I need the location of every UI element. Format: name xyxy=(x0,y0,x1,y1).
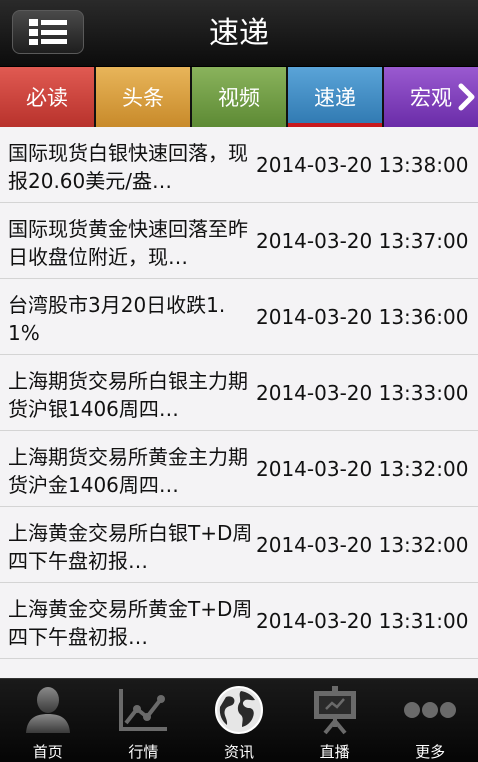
category-tabs: 必读 头条 视频 速递 宏观 xyxy=(0,67,478,127)
line-chart-icon xyxy=(119,689,168,731)
news-time: 2014-03-20 13:33:00 xyxy=(256,381,469,405)
list-item[interactable]: 台湾股市3月20日收跌1.1% 2014-03-20 13:36:00 xyxy=(0,279,478,355)
tab-bidu[interactable]: 必读 xyxy=(0,67,94,127)
nav-label: 更多 xyxy=(415,743,446,761)
list-item[interactable]: 国际现货黄金快速回落至昨日收盘位附近，现… 2014-03-20 13:37:0… xyxy=(0,203,478,279)
tab-label: 视频 xyxy=(218,86,260,110)
nav-label: 行情 xyxy=(128,743,159,761)
tab-label: 速递 xyxy=(314,86,356,110)
more-dots-icon xyxy=(404,702,457,718)
app-header: 速递 xyxy=(0,0,478,67)
news-title: 上海期货交易所白银主力期货沪银1406周四… xyxy=(8,369,248,421)
chevron-right-icon[interactable] xyxy=(456,83,478,111)
list-item[interactable]: 上海黄金交易所白银T+D周四下午盘初报… 2014-03-20 13:32:00 xyxy=(0,507,478,583)
page-title: 速递 xyxy=(209,16,269,51)
news-title: 上海黄金交易所白银T+D周四下午盘初报… xyxy=(8,521,253,573)
nav-quotes[interactable]: 行情 xyxy=(96,679,192,762)
news-title: 台湾股市3月20日收跌1.1% xyxy=(8,293,226,345)
news-time: 2014-03-20 13:36:00 xyxy=(256,305,469,329)
news-time: 2014-03-20 13:31:00 xyxy=(256,609,469,633)
tab-shipin[interactable]: 视频 xyxy=(192,67,286,127)
nav-label: 首页 xyxy=(32,743,63,761)
news-title: 国际现货白银快速回落，现报20.60美元/盎… xyxy=(8,141,248,193)
tab-label: 头条 xyxy=(122,86,164,110)
tab-sudi[interactable]: 速递 xyxy=(288,67,382,127)
bottom-nav: 首页 行情 资讯 直播 更多 xyxy=(0,678,478,762)
news-time: 2014-03-20 13:32:00 xyxy=(256,533,469,557)
person-icon xyxy=(25,687,70,733)
tab-hongguan[interactable]: 宏观 xyxy=(384,67,478,127)
news-time: 2014-03-20 13:38:00 xyxy=(256,153,469,177)
nav-live[interactable]: 直播 xyxy=(287,679,383,762)
news-title: 国际现货黄金快速回落至昨日收盘位附近，现… xyxy=(8,217,248,269)
news-list[interactable]: 国际现货白银快速回落，现报20.60美元/盎… 2014-03-20 13:38… xyxy=(0,127,478,678)
nav-news[interactable]: 资讯 xyxy=(191,679,287,762)
list-item[interactable]: 上海黄金交易所黄金T+D周四下午盘初报… 2014-03-20 13:31:00 xyxy=(0,583,478,659)
list-item[interactable] xyxy=(0,659,478,678)
tab-label: 宏观 xyxy=(410,86,452,110)
list-item[interactable]: 国际现货白银快速回落，现报20.60美元/盎… 2014-03-20 13:38… xyxy=(0,127,478,203)
news-title: 上海黄金交易所黄金T+D周四下午盘初报… xyxy=(8,597,253,649)
list-item[interactable]: 上海期货交易所黄金主力期货沪金1406周四… 2014-03-20 13:32:… xyxy=(0,431,478,507)
tab-toutiao[interactable]: 头条 xyxy=(96,67,190,127)
tab-label: 必读 xyxy=(26,86,68,110)
news-time: 2014-03-20 13:32:00 xyxy=(256,457,469,481)
nav-label: 直播 xyxy=(319,743,350,761)
globe-icon xyxy=(214,686,263,734)
news-time: 2014-03-20 13:37:00 xyxy=(256,229,469,253)
presentation-icon xyxy=(313,686,356,735)
nav-more[interactable]: 更多 xyxy=(382,679,478,762)
nav-home[interactable]: 首页 xyxy=(0,679,96,762)
nav-label: 资讯 xyxy=(223,743,254,761)
news-title: 上海期货交易所黄金主力期货沪金1406周四… xyxy=(8,445,248,497)
list-item[interactable]: 上海期货交易所白银主力期货沪银1406周四… 2014-03-20 13:33:… xyxy=(0,355,478,431)
